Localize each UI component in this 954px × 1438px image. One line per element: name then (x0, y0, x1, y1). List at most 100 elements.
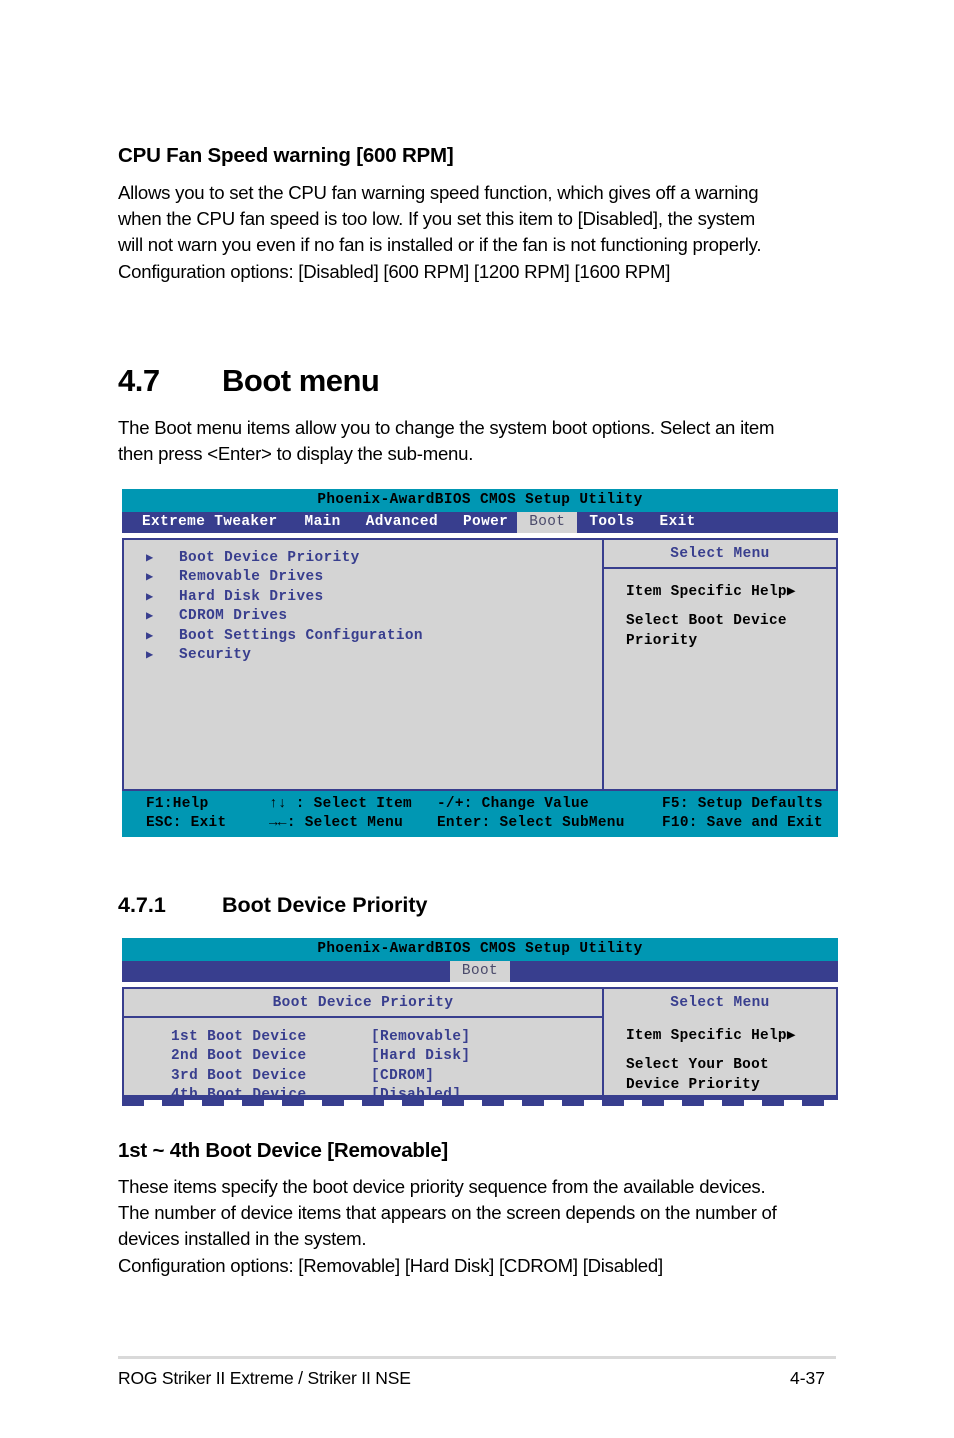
bios-menu-bar-filler (705, 512, 838, 533)
bios-tab-advanced[interactable]: Advanced (350, 512, 447, 533)
bios-tab-exit[interactable]: Exit (644, 512, 705, 533)
bios-key-legend-row: ESC: Exit →←: Select Menu Enter: Select … (122, 814, 838, 833)
bios-menu-item-security[interactable]: ▶ Security (124, 646, 602, 665)
paragraph-line: will not warn you even if no fan is inst… (118, 234, 762, 256)
bios-screenshot-boot-device-priority: Phoenix-AwardBIOS CMOS Setup Utility Boo… (122, 938, 838, 1106)
paragraph-line: then press <Enter> to display the sub-me… (118, 443, 474, 465)
paragraph-line: These items specify the boot device prio… (118, 1176, 766, 1197)
bios-menu-item-removable-drives[interactable]: ▶ Removable Drives (124, 568, 602, 587)
paragraph-line: The Boot menu items allow you to change … (118, 417, 775, 438)
key-hint-select-submenu: Enter: Select SubMenu (437, 814, 625, 831)
topic-body-cpu-fan: Allows you to set the CPU fan warning sp… (118, 180, 838, 285)
section-number: 4.7 (118, 363, 160, 398)
bios-main-pane: Boot Device Priority 1st Boot Device [Re… (124, 989, 602, 1103)
bios-content-area: Boot Device Priority 1st Boot Device [Re… (122, 987, 838, 1103)
bios-option-label: 2nd Boot Device (171, 1048, 307, 1065)
bios-screenshot-boot-menu: Phoenix-AwardBIOS CMOS Setup Utility Ext… (122, 489, 838, 837)
bios-tab-tools[interactable]: Tools (577, 512, 643, 533)
triangle-right-icon: ▶ (146, 628, 154, 643)
bios-help-content: Item Specific Help▶ Select Boot Device P… (604, 569, 836, 651)
paragraph-line: Allows you to set the CPU fan warning sp… (118, 182, 759, 203)
bios-menu-item-label: Security (179, 647, 252, 664)
bios-menu-item-label: Removable Drives (179, 569, 324, 586)
bios-help-line: Select Your Boot (626, 1057, 769, 1074)
topic-body-boot-device: These items specify the boot device prio… (118, 1174, 848, 1279)
bios-menu-item-label: CDROM Drives (179, 608, 288, 625)
bios-main-pane: ▶ Boot Device Priority ▶ Removable Drive… (124, 540, 602, 789)
bios-option-value[interactable]: [Removable] (371, 1028, 470, 1047)
bios-menu-item-boot-settings-configuration[interactable]: ▶ Boot Settings Configuration (124, 627, 602, 646)
bios-menu-item-label: Hard Disk Drives (179, 588, 324, 605)
bios-help-content: Item Specific Help▶ Select Your Boot Dev… (604, 1016, 836, 1095)
bios-help-pane-header: Select Menu (604, 540, 836, 569)
bios-option-label: 3rd Boot Device (171, 1067, 307, 1084)
footer-product-name: ROG Striker II Extreme / Striker II NSE (118, 1368, 411, 1388)
bios-menu-item-label: Boot Settings Configuration (179, 627, 423, 644)
key-hint-esc-exit: ESC: Exit (146, 814, 227, 831)
bios-tab-main[interactable]: Main (287, 512, 350, 533)
bios-key-legend-row: F1:Help ↑↓ : Select Item -/+: Change Val… (122, 795, 838, 814)
paragraph-line: Configuration options: [Removable] [Hard… (118, 1254, 663, 1276)
bios-menu-bar: Extreme Tweaker Main Advanced Power Boot… (122, 512, 838, 533)
bios-menu-item-hard-disk-drives[interactable]: ▶ Hard Disk Drives (124, 588, 602, 607)
bios-option-value[interactable]: [CDROM] (371, 1067, 434, 1086)
topic-heading-boot-device: 1st ~ 4th Boot Device [Removable] (118, 1139, 449, 1162)
bios-help-line: Priority (626, 632, 698, 649)
section-intro: The Boot menu items allow you to change … (118, 415, 848, 467)
footer-divider (118, 1356, 836, 1359)
paragraph-line: The number of device items that appears … (118, 1202, 777, 1224)
paragraph-line: when the CPU fan speed is too low. If yo… (118, 208, 756, 230)
triangle-right-icon: ▶ (146, 648, 154, 663)
bios-option-row-1st-boot-device[interactable]: 1st Boot Device [Removable] (124, 1028, 602, 1047)
bios-help-pane-header: Select Menu (670, 995, 770, 1011)
bios-help-title: Item Specific Help▶ (626, 584, 796, 600)
bios-menu-bar: Boot (122, 961, 838, 982)
section-title: Boot menu (222, 363, 380, 398)
bios-content-area: ▶ Boot Device Priority ▶ Removable Drive… (122, 538, 838, 791)
bios-help-pane: Select Menu Item Specific Help▶ Select Y… (604, 989, 836, 1095)
key-hint-save-and-exit: F10: Save and Exit (662, 814, 823, 831)
triangle-right-icon: ▶ (146, 609, 154, 624)
topic-heading-cpu-fan: CPU Fan Speed warning [600 RPM] (118, 144, 454, 167)
subsection-title: Boot Device Priority (222, 893, 428, 917)
bios-tab-boot[interactable]: Boot (517, 512, 578, 533)
key-hint-select-menu: →←: Select Menu (269, 814, 404, 831)
bios-tab-boot[interactable]: Boot (449, 961, 511, 982)
bios-main-pane-header: Boot Device Priority (124, 989, 602, 1018)
bios-tab-power[interactable]: Power (447, 512, 517, 533)
bios-option-row-2nd-boot-device[interactable]: 2nd Boot Device [Hard Disk] (124, 1047, 602, 1066)
bios-menu-item-boot-device-priority[interactable]: ▶ Boot Device Priority (124, 549, 602, 568)
key-hint-f1-help: F1:Help (146, 796, 209, 812)
bios-help-title: Item Specific Help▶ (626, 1028, 796, 1044)
key-hint-change-value: -/+: Change Value (437, 796, 589, 812)
bios-help-line: Select Boot Device (626, 613, 787, 630)
bios-key-legend: F1:Help ↑↓ : Select Item -/+: Change Val… (122, 791, 838, 837)
bios-option-label: 1st Boot Device (171, 1029, 307, 1045)
manual-page: CPU Fan Speed warning [600 RPM] Allows y… (0, 0, 954, 1438)
bios-option-list: 1st Boot Device [Removable] 2nd Boot Dev… (124, 1018, 602, 1106)
paragraph-line: Configuration options: [Disabled] [600 R… (118, 260, 671, 282)
triangle-right-icon: ▶ (146, 589, 154, 604)
bios-option-value[interactable]: [Hard Disk] (371, 1047, 470, 1066)
bios-tab-extreme-tweaker[interactable]: Extreme Tweaker (122, 512, 287, 533)
footer-page-number: 4-37 (790, 1368, 826, 1388)
bios-title-bar: Phoenix-AwardBIOS CMOS Setup Utility (122, 489, 838, 512)
subsection-number: 4.7.1 (118, 893, 166, 917)
bios-menu-item-label: Boot Device Priority (179, 550, 360, 566)
bios-option-row-3rd-boot-device[interactable]: 3rd Boot Device [CDROM] (124, 1067, 602, 1086)
key-hint-select-item: ↑↓ : Select Item (269, 796, 412, 812)
bios-help-line: Device Priority (626, 1076, 761, 1093)
bios-menu-item-list: ▶ Boot Device Priority ▶ Removable Drive… (124, 540, 602, 665)
bios-menu-bar-filler-right (510, 961, 838, 982)
bios-menu-item-cdrom-drives[interactable]: ▶ CDROM Drives (124, 607, 602, 626)
bios-menu-bar-filler-left (122, 961, 450, 982)
triangle-right-icon: ▶ (146, 551, 154, 565)
bios-title-bar: Phoenix-AwardBIOS CMOS Setup Utility (122, 938, 838, 961)
triangle-right-icon: ▶ (146, 570, 154, 585)
bios-help-pane: Select Menu Item Specific Help▶ Select B… (604, 540, 836, 789)
paragraph-line: devices installed in the system. (118, 1228, 367, 1250)
bios-truncated-edge (122, 1097, 838, 1106)
key-hint-setup-defaults: F5: Setup Defaults (662, 796, 823, 812)
